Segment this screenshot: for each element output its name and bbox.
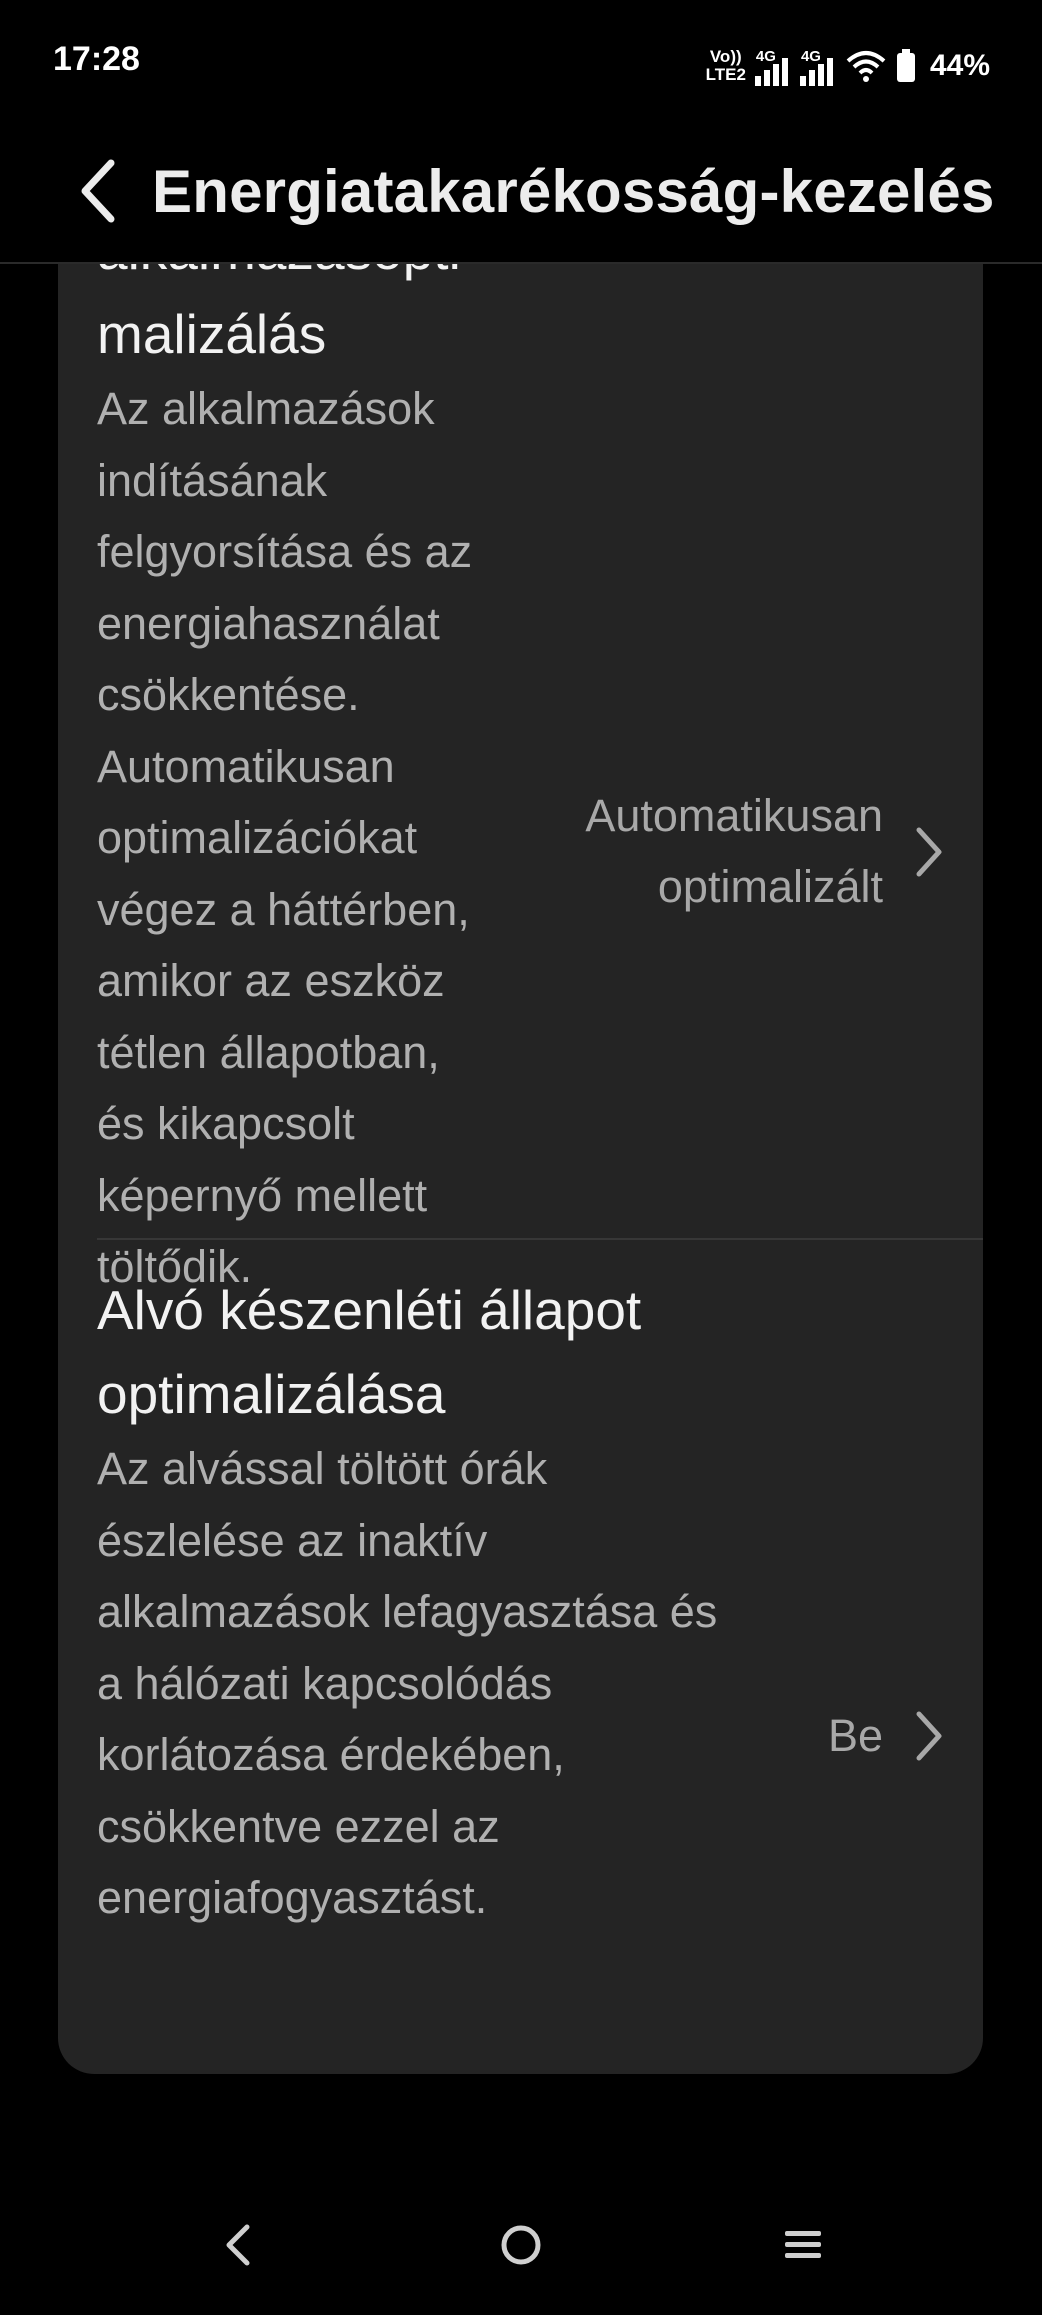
volte-indicator: Vo)) LTE2 <box>706 48 746 84</box>
desc-line: energiafogyasztást. <box>97 1872 488 1923</box>
setting-value: Automatikusan optimalizált <box>585 780 883 922</box>
desc-line: Automatikusan <box>97 740 395 792</box>
signal-icon <box>754 58 788 86</box>
nav-back-button[interactable] <box>194 2200 284 2290</box>
value-line: optimalizált <box>657 861 883 912</box>
desc-line: alkalmazások lefagyasztása és <box>97 1586 718 1637</box>
sim1-signal: 4G <box>754 46 791 86</box>
desc-line: észlelése az inaktív <box>97 1514 488 1566</box>
desc-line: a hálózati kapcsolódás <box>97 1657 553 1709</box>
battery-percent: 44% <box>929 49 990 82</box>
setting-value: Be <box>827 1710 883 1761</box>
nav-recents-icon <box>785 2231 821 2258</box>
value-line: Automatikusan <box>585 790 883 841</box>
desc-line: csökkentve ezzel az <box>97 1800 500 1852</box>
app-header: Energiatakarékosság-kezelés <box>0 130 1042 264</box>
setting-sleep-standby-optimization[interactable]: Alvó készenléti állapot optimalizálása A… <box>58 1240 983 1980</box>
setting-description: Az alvással töltött órák észlelése az in… <box>97 1433 857 1934</box>
nav-home-icon <box>501 2225 541 2265</box>
back-button[interactable] <box>62 150 132 232</box>
setting-app-optimization[interactable]: alkalmazásopti malizálás Az alkalmazások… <box>58 262 983 1292</box>
nav-recents-button[interactable] <box>758 2200 848 2290</box>
desc-line: indításának <box>97 454 328 506</box>
status-icons: Vo)) LTE2 4G 4G 44% <box>706 44 990 88</box>
desc-line: végez a háttérben, <box>97 883 470 935</box>
page-title: Energiatakarékosság-kezelés <box>152 157 995 225</box>
desc-line: energiahasználat <box>97 597 440 649</box>
desc-line: és kikapcsolt <box>97 1098 355 1149</box>
desc-line: felgyorsítása és az <box>97 526 473 577</box>
desc-line: csökkentése. <box>97 669 360 720</box>
setting-title: optimalizálása <box>97 1363 446 1425</box>
status-time: 17:28 <box>53 40 140 78</box>
chevron-left-icon <box>81 159 115 223</box>
setting-text: Alvó készenléti állapot optimalizálása A… <box>97 1268 857 1934</box>
setting-title: malizálás <box>97 303 327 365</box>
lte2-label: LTE2 <box>705 65 746 84</box>
desc-line: képernyő mellett <box>97 1169 428 1221</box>
wifi-icon <box>846 51 886 82</box>
signal-icon <box>799 58 833 86</box>
setting-title-partial: alkalmazásopti <box>97 262 537 292</box>
setting-text: alkalmazásopti malizálás Az alkalmazások… <box>97 262 537 1303</box>
scroll-content[interactable]: alkalmazásopti malizálás Az alkalmazások… <box>0 262 1042 2082</box>
setting-title: Alvó készenléti állapot <box>97 1279 642 1341</box>
volte-label: Vo)) <box>709 47 742 66</box>
battery-icon <box>896 49 915 82</box>
chevron-right-icon <box>916 1711 942 1761</box>
desc-line: Az alkalmazások <box>97 383 435 434</box>
nav-back-icon <box>226 2224 250 2266</box>
chevron-right-icon <box>916 827 942 877</box>
desc-line: tétlen állapotban, <box>97 1026 440 1078</box>
settings-card: alkalmazásopti malizálás Az alkalmazások… <box>58 262 983 2074</box>
desc-line: korlátozása érdekében, <box>97 1729 565 1780</box>
desc-line: amikor az eszköz <box>97 955 445 1006</box>
status-bar: 17:28 Vo)) LTE2 4G 4G 44% <box>0 0 1042 130</box>
sim2-signal: 4G <box>799 46 836 86</box>
navigation-bar <box>0 2180 1042 2315</box>
desc-line: optimalizációkat <box>97 812 418 863</box>
desc-line: Az alvással töltött órák <box>97 1443 548 1494</box>
nav-home-button[interactable] <box>476 2200 566 2290</box>
setting-description: Az alkalmazások indításának felgyorsítás… <box>97 373 537 1303</box>
